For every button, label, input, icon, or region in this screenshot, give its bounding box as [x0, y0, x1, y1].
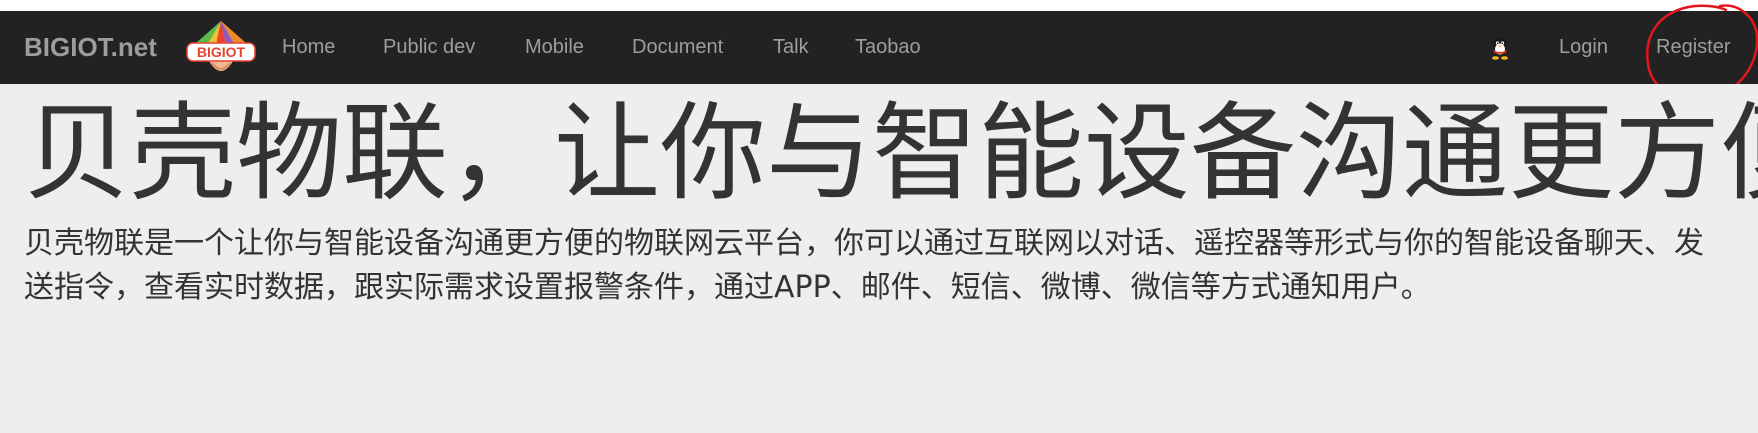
top-navbar: BIGIOT.net BIGIOT Home Public dev Mobile… — [0, 11, 1758, 84]
nav-talk[interactable]: Talk — [773, 11, 809, 84]
nav-home[interactable]: Home — [282, 11, 335, 84]
register-link[interactable]: Register — [1656, 11, 1730, 84]
page: BIGIOT.net BIGIOT Home Public dev Mobile… — [0, 0, 1758, 433]
brand-link[interactable]: BIGIOT.net — [24, 11, 157, 84]
nav-public-dev[interactable]: Public dev — [383, 11, 475, 84]
logo-text: BIGIOT — [197, 44, 246, 60]
qq-penguin-icon[interactable] — [1487, 35, 1513, 61]
hero-headline: 贝壳物联，让你与智能设备沟通更方便 — [24, 92, 1758, 215]
login-link[interactable]: Login — [1559, 11, 1608, 84]
nav-document[interactable]: Document — [632, 11, 723, 84]
nav-mobile[interactable]: Mobile — [525, 11, 584, 84]
nav-taobao[interactable]: Taobao — [855, 11, 921, 84]
bigiot-logo[interactable]: BIGIOT — [184, 17, 258, 79]
hero-description: 贝壳物联是一个让你与智能设备沟通更方便的物联网云平台，你可以通过互联网以对话、遥… — [24, 226, 1704, 305]
